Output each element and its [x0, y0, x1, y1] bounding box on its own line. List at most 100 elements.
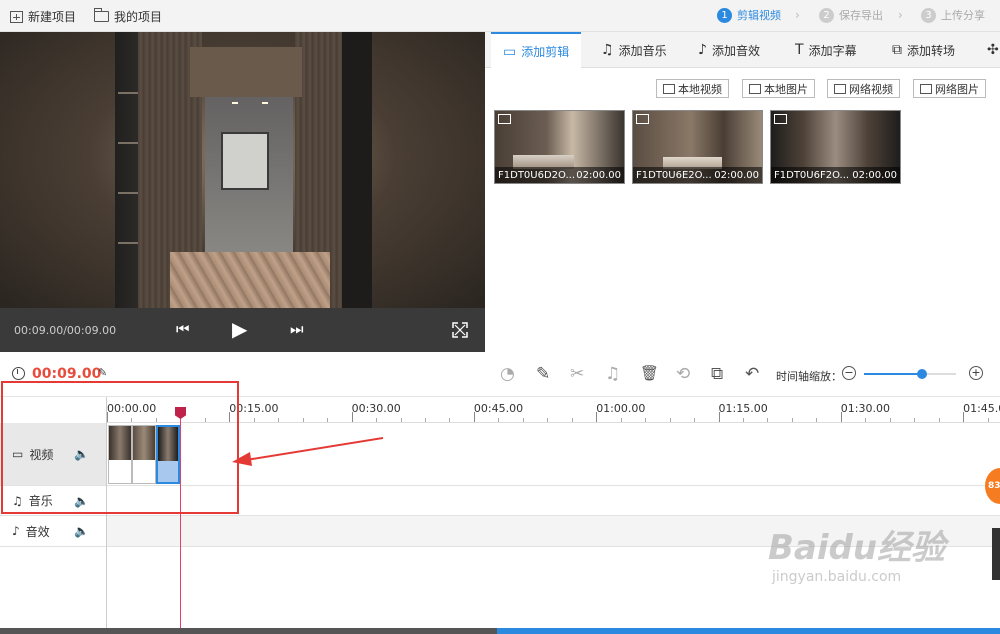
tab-more[interactable]: ✣	[987, 32, 999, 68]
button-label: 网络图片	[935, 82, 979, 96]
ruler-minor-tick	[327, 418, 329, 422]
image-icon	[498, 114, 511, 124]
annotation-highlight-box	[1, 381, 239, 514]
media-thumbnail[interactable]: F1DT0U6F2O... 02:00.00	[770, 110, 901, 184]
local-image-button[interactable]: 本地图片	[742, 79, 815, 98]
watermark-logo: Baidu经验	[768, 528, 946, 568]
ruler-minor-tick	[987, 418, 989, 422]
zoom-out-icon[interactable]: −	[842, 366, 856, 380]
top-bar: 新建项目 我的项目 1 剪辑视频 › 2 保存导出 › 3 上传分享	[0, 0, 1000, 32]
step-upload-share[interactable]: 3 上传分享	[921, 7, 985, 23]
ruler-minor-tick	[424, 418, 426, 422]
ruler-minor-tick	[645, 418, 647, 422]
more-icon: ✣	[987, 42, 999, 58]
transition-icon: ⧉	[892, 42, 902, 58]
ruler-tick-label: 01:15.00	[718, 402, 768, 415]
ruler-minor-tick	[767, 418, 769, 422]
zoom-in-icon[interactable]: +	[969, 366, 983, 380]
step-number: 1	[717, 7, 732, 23]
ruler-minor-tick	[791, 418, 793, 422]
step-number: 2	[819, 7, 834, 23]
edit-duration-icon[interactable]: ✎	[98, 366, 107, 379]
ruler-minor-tick	[547, 418, 549, 422]
ruler-minor-tick	[816, 418, 818, 422]
my-projects-label: 我的项目	[114, 10, 163, 24]
watermark: Baidu经验 jingyan.baidu.com	[768, 520, 945, 585]
undo-icon[interactable]: ↶	[745, 364, 759, 384]
step-label: 保存导出	[839, 9, 883, 22]
tab-add-clip[interactable]: ▭ 添加剪辑	[491, 32, 582, 69]
timeline-zoom-slider[interactable]	[864, 369, 956, 379]
preview-frame	[0, 32, 485, 308]
ruler-minor-tick	[571, 418, 573, 422]
button-label: 本地图片	[764, 82, 808, 96]
step-label: 剪辑视频	[737, 9, 781, 22]
video-editor-app: 新建项目 我的项目 1 剪辑视频 › 2 保存导出 › 3 上传分享 00:09…	[0, 0, 1000, 634]
pencil-icon[interactable]: ✎	[536, 364, 550, 384]
speed-icon[interactable]: ◔	[500, 364, 515, 384]
previous-icon[interactable]: ⏮	[176, 320, 190, 338]
ruler-minor-tick	[914, 418, 916, 422]
ruler-tick-label: 01:45.00	[963, 402, 1000, 415]
next-icon[interactable]: ⏭	[290, 320, 304, 338]
step-edit-video[interactable]: 1 剪辑视频	[717, 7, 781, 23]
video-camera-icon: ▭	[503, 43, 517, 60]
tab-label: 添加剪辑	[521, 45, 570, 59]
tab-label: 添加字幕	[808, 43, 857, 58]
fullscreen-icon[interactable]	[452, 322, 468, 338]
chevron-right-icon: ›	[898, 8, 903, 22]
chevron-right-icon: ›	[795, 8, 800, 22]
step-label: 上传分享	[941, 9, 985, 22]
ruler-minor-tick	[253, 418, 255, 422]
tab-add-sound-effect[interactable]: ♪ 添加音效	[698, 32, 760, 68]
media-thumbnail[interactable]: F1DT0U6D2O... 02:00.00	[494, 110, 625, 184]
tab-add-transition[interactable]: ⧉ 添加转场	[892, 32, 955, 68]
button-label: 网络视频	[849, 82, 893, 96]
ruler-minor-tick	[742, 418, 744, 422]
image-file-icon	[920, 83, 932, 94]
tab-add-subtitle[interactable]: T 添加字幕	[795, 32, 857, 68]
bell-icon[interactable]: ♫	[605, 364, 620, 384]
ruler-minor-tick	[522, 418, 524, 422]
ruler-minor-tick	[278, 418, 280, 422]
media-name: F1DT0U6D2O...	[498, 169, 576, 181]
sound-effect-icon: ♪	[698, 42, 707, 58]
image-icon	[636, 114, 649, 124]
local-video-button[interactable]: 本地视频	[656, 79, 729, 98]
delete-icon[interactable]: 🗑	[640, 364, 659, 382]
ruler-minor-tick	[376, 418, 378, 422]
badge-count: 83	[988, 481, 1000, 491]
media-thumbnail[interactable]: F1DT0U6E2O... 02:00.00	[632, 110, 763, 184]
online-image-button[interactable]: 网络图片	[913, 79, 986, 98]
zoom-slider-fill	[864, 373, 922, 375]
tab-label: 添加音效	[711, 43, 760, 58]
watermark-url: jingyan.baidu.com	[772, 569, 902, 585]
media-duration: 02:00.00	[852, 169, 897, 181]
ruler-minor-tick	[938, 418, 940, 422]
media-duration: 02:00.00	[576, 169, 621, 181]
annotation-arrow	[232, 437, 384, 466]
zoom-slider-handle[interactable]	[916, 369, 927, 379]
new-project-button[interactable]: 新建项目	[10, 8, 76, 25]
tab-label: 添加转场	[907, 43, 956, 58]
media-name: F1DT0U6E2O...	[636, 169, 712, 181]
video-preview: 00:09.00/00:09.00 ⏮ ▶ ⏭	[0, 32, 485, 352]
tab-add-music[interactable]: ♫ 添加音乐	[601, 32, 667, 68]
time-ruler[interactable]: 00:00.00 00:15.00 00:30.00 00:45.00 01:00.00…	[107, 397, 1000, 423]
copy-icon[interactable]: ⧉	[711, 364, 723, 384]
timeline-zoom-label: 时间轴缩放：	[776, 370, 842, 383]
ruler-tick-label: 00:30.00	[351, 402, 401, 415]
new-project-label: 新建项目	[28, 10, 77, 24]
step-save-export[interactable]: 2 保存导出	[819, 7, 883, 23]
ruler-minor-tick	[694, 418, 696, 422]
player-controls: 00:09.00/00:09.00 ⏮ ▶ ⏭	[0, 308, 485, 352]
ruler-minor-tick	[449, 418, 451, 422]
playback-time: 00:09.00/00:09.00	[14, 324, 117, 337]
play-icon[interactable]: ▶	[232, 317, 247, 341]
scissors-icon[interactable]: ✂	[570, 364, 584, 384]
ruler-minor-tick	[669, 418, 671, 422]
image-icon	[774, 114, 787, 124]
crop-icon[interactable]: ⟲	[676, 364, 690, 384]
online-video-button[interactable]: 网络视频	[827, 79, 900, 98]
my-projects-button[interactable]: 我的项目	[94, 8, 162, 25]
